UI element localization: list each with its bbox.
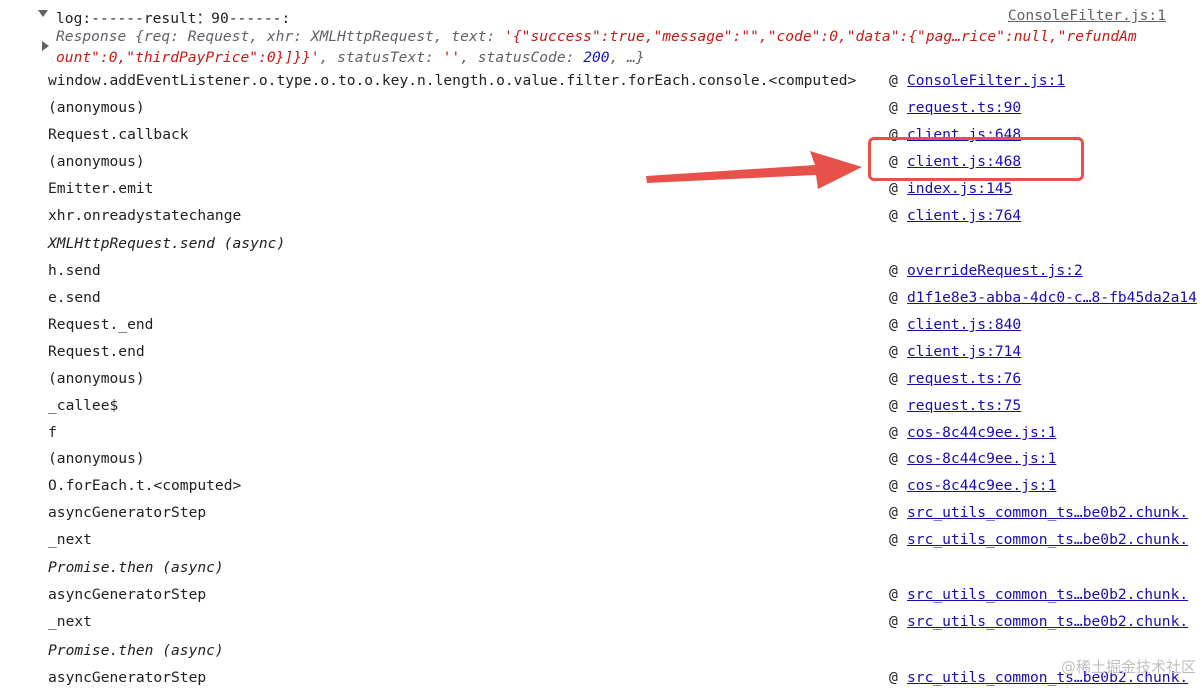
response-object: Response {req: Request, xhr: XMLHttpRequ… (0, 27, 1202, 71)
stack-source-link[interactable]: client.js:840 (907, 316, 1021, 333)
at-symbol: @ (889, 262, 898, 279)
stack-frame: asyncGeneratorStep @ src_utils_common_ts…b… (0, 586, 1202, 610)
response-line-1: Response {req: Request, xhr: XMLHttpRequ… (56, 28, 1137, 45)
watermark: @稀土掘金技术社区 (1060, 658, 1196, 676)
stack-function-name: window.addEventListener.o.type.o.to.o.ke… (48, 72, 857, 89)
at-symbol: @ (889, 504, 898, 521)
stack-frame: _next @ src_utils_common_ts…be0b2.chunk. (0, 613, 1202, 637)
stack-frame: (anonymous) @ cos-8c44c9ee.js:1 (0, 450, 1202, 474)
stack-source-link[interactable]: src_utils_common_ts…be0b2.chunk. (907, 613, 1188, 630)
at-symbol: @ (889, 207, 898, 224)
response-line-2: ount":0,"thirdPayPrice":0}]}}', statusTe… (56, 49, 645, 66)
stack-source-link[interactable]: request.ts:75 (907, 397, 1021, 414)
async-boundary-label: XMLHttpRequest.send (async) (48, 235, 286, 252)
stack-function-name: Request.end (48, 343, 145, 360)
stack-function-name: asyncGeneratorStep (48, 586, 207, 603)
stack-function-name: Request._end (48, 316, 154, 333)
stack-frame: Request.end @ client.js:714 (0, 343, 1202, 367)
stack-frame: f @ cos-8c44c9ee.js:1 (0, 424, 1202, 448)
at-symbol: @ (889, 450, 898, 467)
red-arrow-annotation (646, 151, 862, 189)
stack-function-name: O.forEach.t.<computed> (48, 477, 242, 494)
stack-frame: Promise.then (async) (0, 559, 1202, 583)
stack-frame: Promise.then (async) (0, 642, 1202, 666)
stack-function-name: Emitter.emit (48, 180, 154, 197)
stack-source-link[interactable]: cos-8c44c9ee.js:1 (907, 477, 1056, 494)
stack-source-link[interactable]: index.js:145 (907, 180, 1012, 197)
at-symbol: @ (889, 669, 898, 686)
at-symbol: @ (889, 477, 898, 494)
expand-triangle-icon[interactable] (42, 41, 49, 51)
at-symbol: @ (889, 586, 898, 603)
stack-frame: Emitter.emit @ index.js:145 (0, 180, 1202, 204)
log-source-link[interactable]: ConsoleFilter.js:1 (1008, 7, 1166, 24)
arrow-shape (646, 151, 862, 189)
at-symbol: @ (889, 531, 898, 548)
stack-source-link[interactable]: client.js:764 (907, 207, 1021, 224)
stack-source-link[interactable]: overrideRequest.js:2 (907, 262, 1083, 279)
async-boundary-label: Promise.then (async) (48, 642, 224, 659)
at-symbol: @ (889, 343, 898, 360)
at-symbol: @ (889, 613, 898, 630)
stack-source-link[interactable]: src_utils_common_ts…be0b2.chunk. (907, 586, 1188, 603)
stack-frame: h.send @ overrideRequest.js:2 (0, 262, 1202, 286)
stack-frame: e.send @ d1f1e8e3-abba-4dc0-c…8-fb45da2a14 (0, 289, 1202, 313)
stack-frame: _callee$ @ request.ts:75 (0, 397, 1202, 421)
stack-source-link[interactable]: client.js:714 (907, 343, 1021, 360)
stack-function-name: (anonymous) (48, 450, 145, 467)
stack-function-name: e.send (48, 289, 101, 306)
stack-frame: asyncGeneratorStep @ src_utils_common_ts…b… (0, 504, 1202, 528)
console-log-header: log:------result：90------: ConsoleFilter… (0, 6, 1202, 28)
response-ellipsis: , …} (609, 49, 645, 66)
stack-function-name: Request.callback (48, 126, 189, 143)
stack-frame: XMLHttpRequest.send (async) (0, 235, 1202, 259)
stack-frame: (anonymous) @ request.ts:76 (0, 370, 1202, 394)
at-symbol: @ (889, 424, 898, 441)
stack-function-name: (anonymous) (48, 153, 145, 170)
at-symbol: @ (889, 289, 898, 306)
stack-function-name: (anonymous) (48, 370, 145, 387)
async-boundary-label: Promise.then (async) (48, 559, 224, 576)
at-symbol: @ (889, 72, 898, 89)
stack-source-link[interactable]: request.ts:90 (907, 99, 1021, 116)
stack-source-link[interactable]: src_utils_common_ts…be0b2.chunk. (907, 531, 1188, 548)
stack-frame: Request._end @ client.js:840 (0, 316, 1202, 340)
stack-function-name: asyncGeneratorStep (48, 669, 207, 686)
stack-source-link[interactable]: src_utils_common_ts…be0b2.chunk. (907, 504, 1188, 521)
response-status-code: 200 (583, 49, 610, 66)
stack-source-link[interactable]: cos-8c44c9ee.js:1 (907, 424, 1056, 441)
at-symbol: @ (889, 370, 898, 387)
stack-function-name: xhr.onreadystatechange (48, 207, 242, 224)
stack-source-link[interactable]: request.ts:76 (907, 370, 1021, 387)
highlight-box (868, 137, 1084, 181)
stack-frame: (anonymous) @ request.ts:90 (0, 99, 1202, 123)
response-code-label: , statusCode: (460, 49, 584, 66)
stack-function-name: _next (48, 613, 92, 630)
stack-source-link[interactable]: cos-8c44c9ee.js:1 (907, 450, 1056, 467)
stack-source-link[interactable]: ConsoleFilter.js:1 (907, 72, 1065, 89)
stack-frame: O.forEach.t.<computed> @ cos-8c44c9ee.js:1 (0, 477, 1202, 501)
stack-frame: xhr.onreadystatechange @ client.js:764 (0, 207, 1202, 231)
stack-function-name: f (48, 424, 57, 441)
log-message: log:------result：90------: (56, 10, 291, 27)
at-symbol: @ (889, 397, 898, 414)
stack-function-name: _next (48, 531, 92, 548)
stack-function-name: asyncGeneratorStep (48, 504, 207, 521)
response-text-string-cont: ount":0,"thirdPayPrice":0}]}}' (56, 49, 320, 66)
at-symbol: @ (889, 316, 898, 333)
stack-function-name: (anonymous) (48, 99, 145, 116)
stack-source-link[interactable]: d1f1e8e3-abba-4dc0-c…8-fb45da2a14 (907, 289, 1197, 306)
response-prefix: Response {req: Request, xhr: XMLHttpRequ… (56, 28, 505, 45)
stack-function-name: h.send (48, 262, 101, 279)
collapse-triangle-icon[interactable] (38, 10, 48, 17)
stack-frame: window.addEventListener.o.type.o.to.o.ke… (0, 72, 1202, 96)
at-symbol: @ (889, 99, 898, 116)
response-status-label: , statusText: (319, 49, 443, 66)
stack-frame: _next @ src_utils_common_ts…be0b2.chunk. (0, 531, 1202, 555)
at-symbol: @ (889, 180, 898, 197)
response-status-text: '' (442, 49, 461, 66)
stack-frame: asyncGeneratorStep @ src_utils_common_ts…b… (0, 669, 1202, 693)
stack-function-name: _callee$ (48, 397, 119, 414)
response-text-string: '{"success":true,"message":"","code":0,"… (504, 28, 1137, 45)
